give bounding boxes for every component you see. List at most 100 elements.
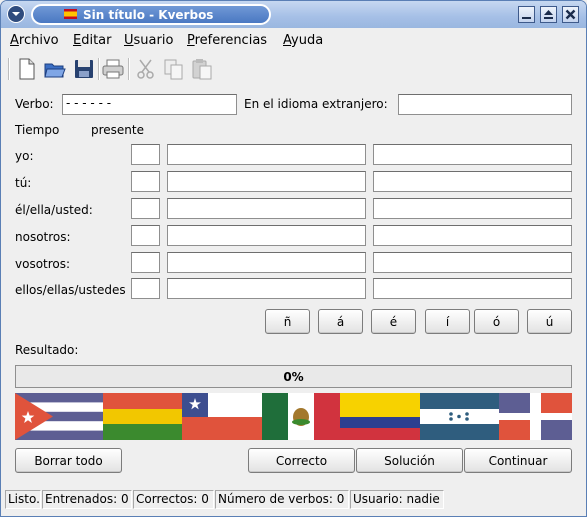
conjugation-field-tu[interactable]	[167, 171, 366, 192]
menu-usuario[interactable]: Usuario	[124, 33, 173, 48]
person-label-el: él/ella/usted:	[15, 203, 93, 217]
open-folder-icon	[44, 63, 66, 78]
verbo-field[interactable]: - - - - - -	[62, 94, 237, 115]
pronoun-field-yo[interactable]	[131, 144, 160, 165]
chile-flag	[182, 393, 262, 440]
cut-icon	[137, 59, 154, 79]
status-user: Usuario: nadie	[350, 490, 444, 509]
paste-button[interactable]	[190, 57, 214, 81]
bolivia-flag	[103, 393, 182, 440]
pronoun-field-nosotros[interactable]	[131, 225, 160, 246]
title-bar[interactable]: Sin título - Kverbos	[1, 1, 586, 28]
window-menu-button[interactable]	[7, 5, 25, 23]
menu-ayuda-label: yuda	[291, 33, 324, 48]
toolbar-separator	[128, 58, 130, 80]
menu-archivo-mnemonic: A	[10, 33, 19, 48]
menu-editar-mnemonic: E	[73, 33, 82, 48]
continuar-button[interactable]: Continuar	[464, 448, 572, 473]
open-button[interactable]	[43, 57, 67, 81]
menu-preferencias-mnemonic: P	[187, 33, 195, 48]
status-trained: Entrenados: 0	[42, 490, 132, 509]
person-label-vosotros: vosotros:	[15, 257, 71, 271]
verbo-label: Verbo:	[15, 97, 54, 111]
pronoun-field-vosotros[interactable]	[131, 252, 160, 273]
close-button[interactable]	[562, 6, 579, 23]
conjugation-field-yo[interactable]	[167, 144, 366, 165]
translation-field-tu[interactable]	[373, 171, 572, 192]
close-icon	[565, 9, 576, 20]
translation-field-ellos[interactable]	[373, 278, 572, 299]
tiempo-label: Tiempo	[15, 123, 60, 137]
accent-button-u[interactable]: ú	[527, 309, 572, 334]
print-icon	[102, 59, 124, 79]
result-progress-bar: 0%	[15, 365, 572, 388]
dominican-republic-flag	[499, 393, 572, 440]
status-verb-count: Número de verbos: 0	[215, 490, 349, 509]
pronoun-field-el[interactable]	[131, 198, 160, 219]
chevron-down-icon	[12, 12, 20, 16]
translation-field-nosotros[interactable]	[373, 225, 572, 246]
menu-archivo[interactable]: Archivo	[10, 33, 59, 48]
conjugation-field-ellos[interactable]	[167, 278, 366, 299]
menu-preferencias-label: referencias	[194, 33, 268, 48]
accent-button-e[interactable]: é	[371, 309, 416, 334]
accent-button-a[interactable]: á	[318, 309, 363, 334]
menu-editar[interactable]: Editar	[73, 33, 112, 48]
accent-button-n-tilde[interactable]: ñ	[265, 309, 310, 334]
window-title: Sin título - Kverbos	[83, 8, 214, 22]
conjugation-field-vosotros[interactable]	[167, 252, 366, 273]
translation-field-vosotros[interactable]	[373, 252, 572, 273]
application-window: Sin título - Kverbos Archivo Editar Usua…	[0, 0, 587, 517]
foreign-language-label: En el idioma extranjero:	[244, 97, 388, 111]
foreign-language-field[interactable]	[398, 94, 572, 115]
new-document-icon	[19, 58, 35, 80]
conjugation-field-el[interactable]	[167, 198, 366, 219]
colombia-flag	[340, 393, 420, 440]
borrar-todo-button[interactable]: Borrar todo	[15, 448, 122, 473]
conjugation-field-nosotros[interactable]	[167, 225, 366, 246]
menu-usuario-label: suario	[133, 33, 174, 48]
title-pill: Sin título - Kverbos	[31, 4, 271, 25]
tiempo-value: presente	[91, 123, 144, 137]
print-button[interactable]	[101, 57, 125, 81]
mexico-flag	[262, 393, 340, 440]
menu-bar: Archivo Editar Usuario Preferencias Ayud…	[1, 29, 586, 51]
menu-preferencias[interactable]: Preferencias	[187, 33, 267, 48]
person-label-tu: tú:	[15, 176, 32, 190]
maximize-button[interactable]	[540, 6, 557, 23]
honduras-flag	[420, 393, 499, 440]
pronoun-field-ellos[interactable]	[131, 278, 160, 299]
resultado-label: Resultado:	[15, 343, 79, 357]
minimize-button[interactable]	[518, 6, 535, 23]
cuba-flag	[15, 393, 103, 440]
menu-archivo-label: rchivo	[18, 33, 59, 48]
correcto-button[interactable]: Correcto	[248, 448, 355, 473]
new-document-button[interactable]	[15, 57, 39, 81]
menu-ayuda-mnemonic: A	[283, 33, 292, 48]
save-button[interactable]	[72, 57, 96, 81]
copy-button[interactable]	[162, 57, 186, 81]
paste-icon	[192, 59, 212, 80]
spain-flag-icon	[64, 9, 77, 19]
pronoun-field-tu[interactable]	[131, 171, 160, 192]
translation-field-el[interactable]	[373, 198, 572, 219]
flags-strip	[15, 393, 572, 440]
menu-editar-label: ditar	[81, 33, 112, 48]
menu-ayuda[interactable]: Ayuda	[283, 33, 323, 48]
person-label-yo: yo:	[15, 149, 34, 163]
person-label-ellos: ellos/ellas/ustedes:	[15, 283, 127, 297]
person-label-nosotros: nosotros:	[15, 230, 71, 244]
minimize-icon	[522, 17, 531, 19]
status-correct: Correctos: 0	[133, 490, 214, 509]
cut-button[interactable]	[134, 57, 158, 81]
accent-button-i[interactable]: í	[425, 309, 470, 334]
translation-field-yo[interactable]	[373, 144, 572, 165]
progress-text: 0%	[283, 370, 304, 384]
menu-usuario-mnemonic: U	[124, 33, 134, 48]
copy-icon	[164, 59, 183, 80]
accent-button-o[interactable]: ó	[474, 309, 519, 334]
toolbar-grip	[8, 58, 10, 80]
toolbar	[1, 53, 586, 85]
solucion-button[interactable]: Solución	[356, 448, 463, 473]
status-bar: Listo. Entrenados: 0 Correctos: 0 Número…	[1, 488, 586, 510]
